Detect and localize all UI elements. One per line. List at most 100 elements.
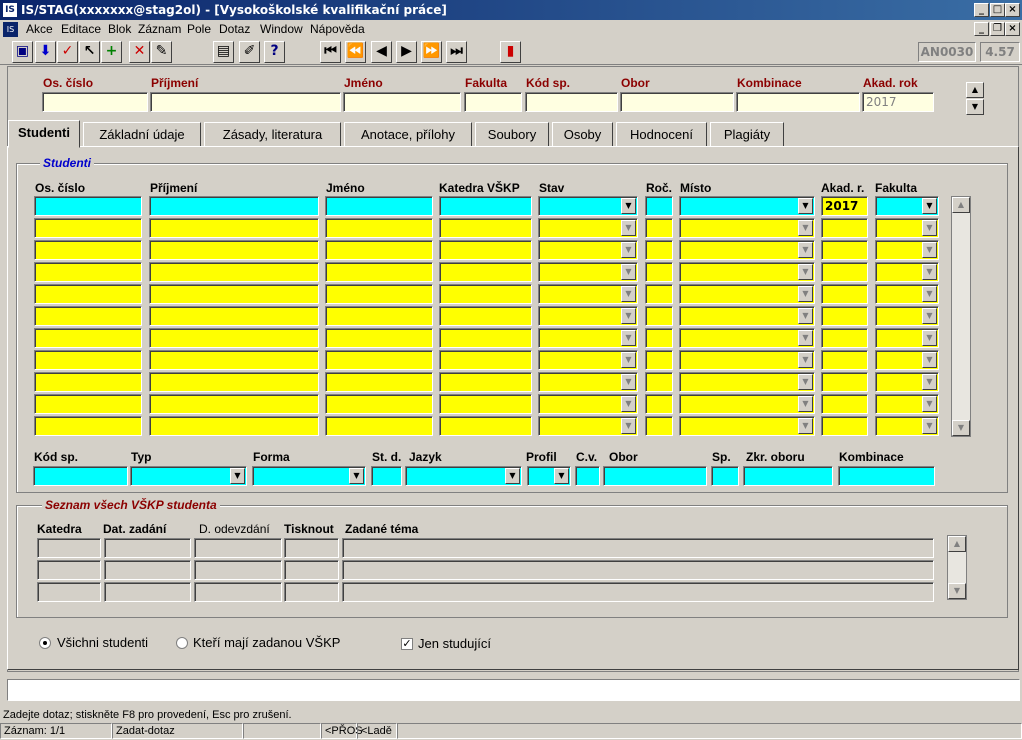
- chevron-down-icon[interactable]: ▼: [798, 418, 813, 434]
- profil-dropdown-icon[interactable]: ▼: [554, 468, 569, 484]
- vskp-cell-zadane-tema[interactable]: [342, 560, 934, 580]
- doc-icon[interactable]: IS: [3, 22, 18, 37]
- jmeno-input[interactable]: [343, 92, 461, 112]
- chevron-down-icon[interactable]: ▼: [922, 330, 937, 346]
- vskp-scrollbar[interactable]: ▲ ▼: [947, 535, 967, 600]
- last-record-icon[interactable]: ⏭: [446, 41, 467, 63]
- detail-profil-select[interactable]: ▼: [527, 466, 571, 486]
- cell-jmeno[interactable]: [325, 218, 433, 238]
- chevron-down-icon[interactable]: ▼: [922, 242, 937, 258]
- download-icon[interactable]: ⬇: [35, 41, 56, 63]
- cell-stav[interactable]: ▼: [538, 394, 638, 414]
- scroll-down-button[interactable]: ▼: [966, 99, 984, 115]
- cell-fakulta[interactable]: ▼: [875, 284, 939, 304]
- cell-misto[interactable]: ▼: [679, 394, 815, 414]
- tab-anotace-prilohy[interactable]: Anotace, přílohy: [344, 122, 472, 147]
- cell-misto[interactable]: ▼: [679, 350, 815, 370]
- cell-roc[interactable]: [645, 416, 673, 436]
- cell-roc[interactable]: [645, 328, 673, 348]
- chevron-down-icon[interactable]: ▼: [798, 308, 813, 324]
- cell-os-cislo[interactable]: [34, 306, 142, 326]
- vskp-cell-d-odevzdani[interactable]: [194, 538, 282, 558]
- cell-misto[interactable]: ▼: [679, 328, 815, 348]
- cell-os-cislo[interactable]: [34, 416, 142, 436]
- cell-roc[interactable]: [645, 196, 673, 216]
- cell-stav[interactable]: ▼: [538, 262, 638, 282]
- cell-misto[interactable]: ▼: [679, 262, 815, 282]
- cell-roc[interactable]: [645, 284, 673, 304]
- vskp-cell-tisknout[interactable]: [284, 560, 339, 580]
- chevron-down-icon[interactable]: ▼: [621, 220, 636, 236]
- cell-prijmeni[interactable]: [149, 262, 319, 282]
- chevron-down-icon[interactable]: ▼: [621, 198, 636, 214]
- menu-pole[interactable]: Pole: [187, 22, 211, 36]
- detail-typ-select[interactable]: ▼: [130, 466, 247, 486]
- detail-kod-sp-field[interactable]: [33, 466, 128, 486]
- detail-kombinace-field[interactable]: [838, 466, 935, 486]
- cell-prijmeni[interactable]: [149, 240, 319, 260]
- cell-prijmeni[interactable]: [149, 328, 319, 348]
- cell-misto[interactable]: ▼: [679, 372, 815, 392]
- cell-fakulta[interactable]: ▼: [875, 394, 939, 414]
- cell-prijmeni[interactable]: [149, 394, 319, 414]
- chevron-down-icon[interactable]: ▼: [798, 286, 813, 302]
- vskp-scroll-up-icon[interactable]: ▲: [948, 536, 966, 552]
- add-record-icon[interactable]: +: [101, 41, 122, 63]
- next-set-icon[interactable]: ⏩: [421, 41, 442, 63]
- cell-akad-r[interactable]: [821, 262, 868, 282]
- cell-akad-r[interactable]: [821, 240, 868, 260]
- cell-jmeno[interactable]: [325, 240, 433, 260]
- cell-jmeno[interactable]: [325, 394, 433, 414]
- chevron-down-icon[interactable]: ▼: [798, 242, 813, 258]
- cell-os-cislo[interactable]: [34, 394, 142, 414]
- cell-fakulta[interactable]: ▼: [875, 196, 939, 216]
- cell-stav[interactable]: ▼: [538, 416, 638, 436]
- menu-napoveda[interactable]: Nápověda: [310, 22, 365, 36]
- detail-cv-field[interactable]: [575, 466, 600, 486]
- cell-roc[interactable]: [645, 262, 673, 282]
- cell-roc[interactable]: [645, 306, 673, 326]
- cell-os-cislo[interactable]: [34, 372, 142, 392]
- delete-record-icon[interactable]: ✕: [129, 41, 150, 63]
- clipboard-icon[interactable]: ▤: [213, 41, 234, 63]
- chevron-down-icon[interactable]: ▼: [922, 264, 937, 280]
- chevron-down-icon[interactable]: ▼: [922, 198, 937, 214]
- chevron-down-icon[interactable]: ▼: [621, 374, 636, 390]
- cell-katedra-vskp[interactable]: [439, 328, 532, 348]
- cell-fakulta[interactable]: ▼: [875, 416, 939, 436]
- chevron-down-icon[interactable]: ▼: [621, 396, 636, 412]
- radio-all-students[interactable]: [39, 637, 51, 649]
- next-record-icon[interactable]: ▶: [396, 41, 417, 63]
- menu-zaznam[interactable]: Záznam: [138, 22, 181, 36]
- students-scroll-up-icon[interactable]: ▲: [952, 197, 970, 213]
- cell-misto[interactable]: ▼: [679, 218, 815, 238]
- cell-misto[interactable]: ▼: [679, 240, 815, 260]
- child-restore-button[interactable]: ❐: [990, 22, 1005, 36]
- check-icon[interactable]: ✓: [57, 41, 78, 63]
- obor-input[interactable]: [620, 92, 734, 112]
- tab-osoby[interactable]: Osoby: [552, 122, 613, 147]
- cell-fakulta[interactable]: ▼: [875, 328, 939, 348]
- cell-os-cislo[interactable]: [34, 196, 142, 216]
- tab-hodnoceni[interactable]: Hodnocení: [616, 122, 707, 147]
- cell-prijmeni[interactable]: [149, 350, 319, 370]
- cell-roc[interactable]: [645, 350, 673, 370]
- vskp-cell-zadane-tema[interactable]: [342, 582, 934, 602]
- cell-katedra-vskp[interactable]: [439, 196, 532, 216]
- cell-os-cislo[interactable]: [34, 262, 142, 282]
- typ-dropdown-icon[interactable]: ▼: [230, 468, 245, 484]
- cell-katedra-vskp[interactable]: [439, 262, 532, 282]
- radio-with-vskp[interactable]: [176, 637, 188, 649]
- cell-prijmeni[interactable]: [149, 196, 319, 216]
- cell-jmeno[interactable]: [325, 196, 433, 216]
- cell-os-cislo[interactable]: [34, 240, 142, 260]
- chevron-down-icon[interactable]: ▼: [621, 264, 636, 280]
- cell-roc[interactable]: [645, 218, 673, 238]
- cell-misto[interactable]: ▼: [679, 284, 815, 304]
- cell-os-cislo[interactable]: [34, 218, 142, 238]
- kod-sp-input[interactable]: [525, 92, 618, 112]
- cell-prijmeni[interactable]: [149, 372, 319, 392]
- cell-stav[interactable]: ▼: [538, 240, 638, 260]
- cell-akad-r[interactable]: [821, 416, 868, 436]
- cursor-icon[interactable]: ↖: [79, 41, 100, 63]
